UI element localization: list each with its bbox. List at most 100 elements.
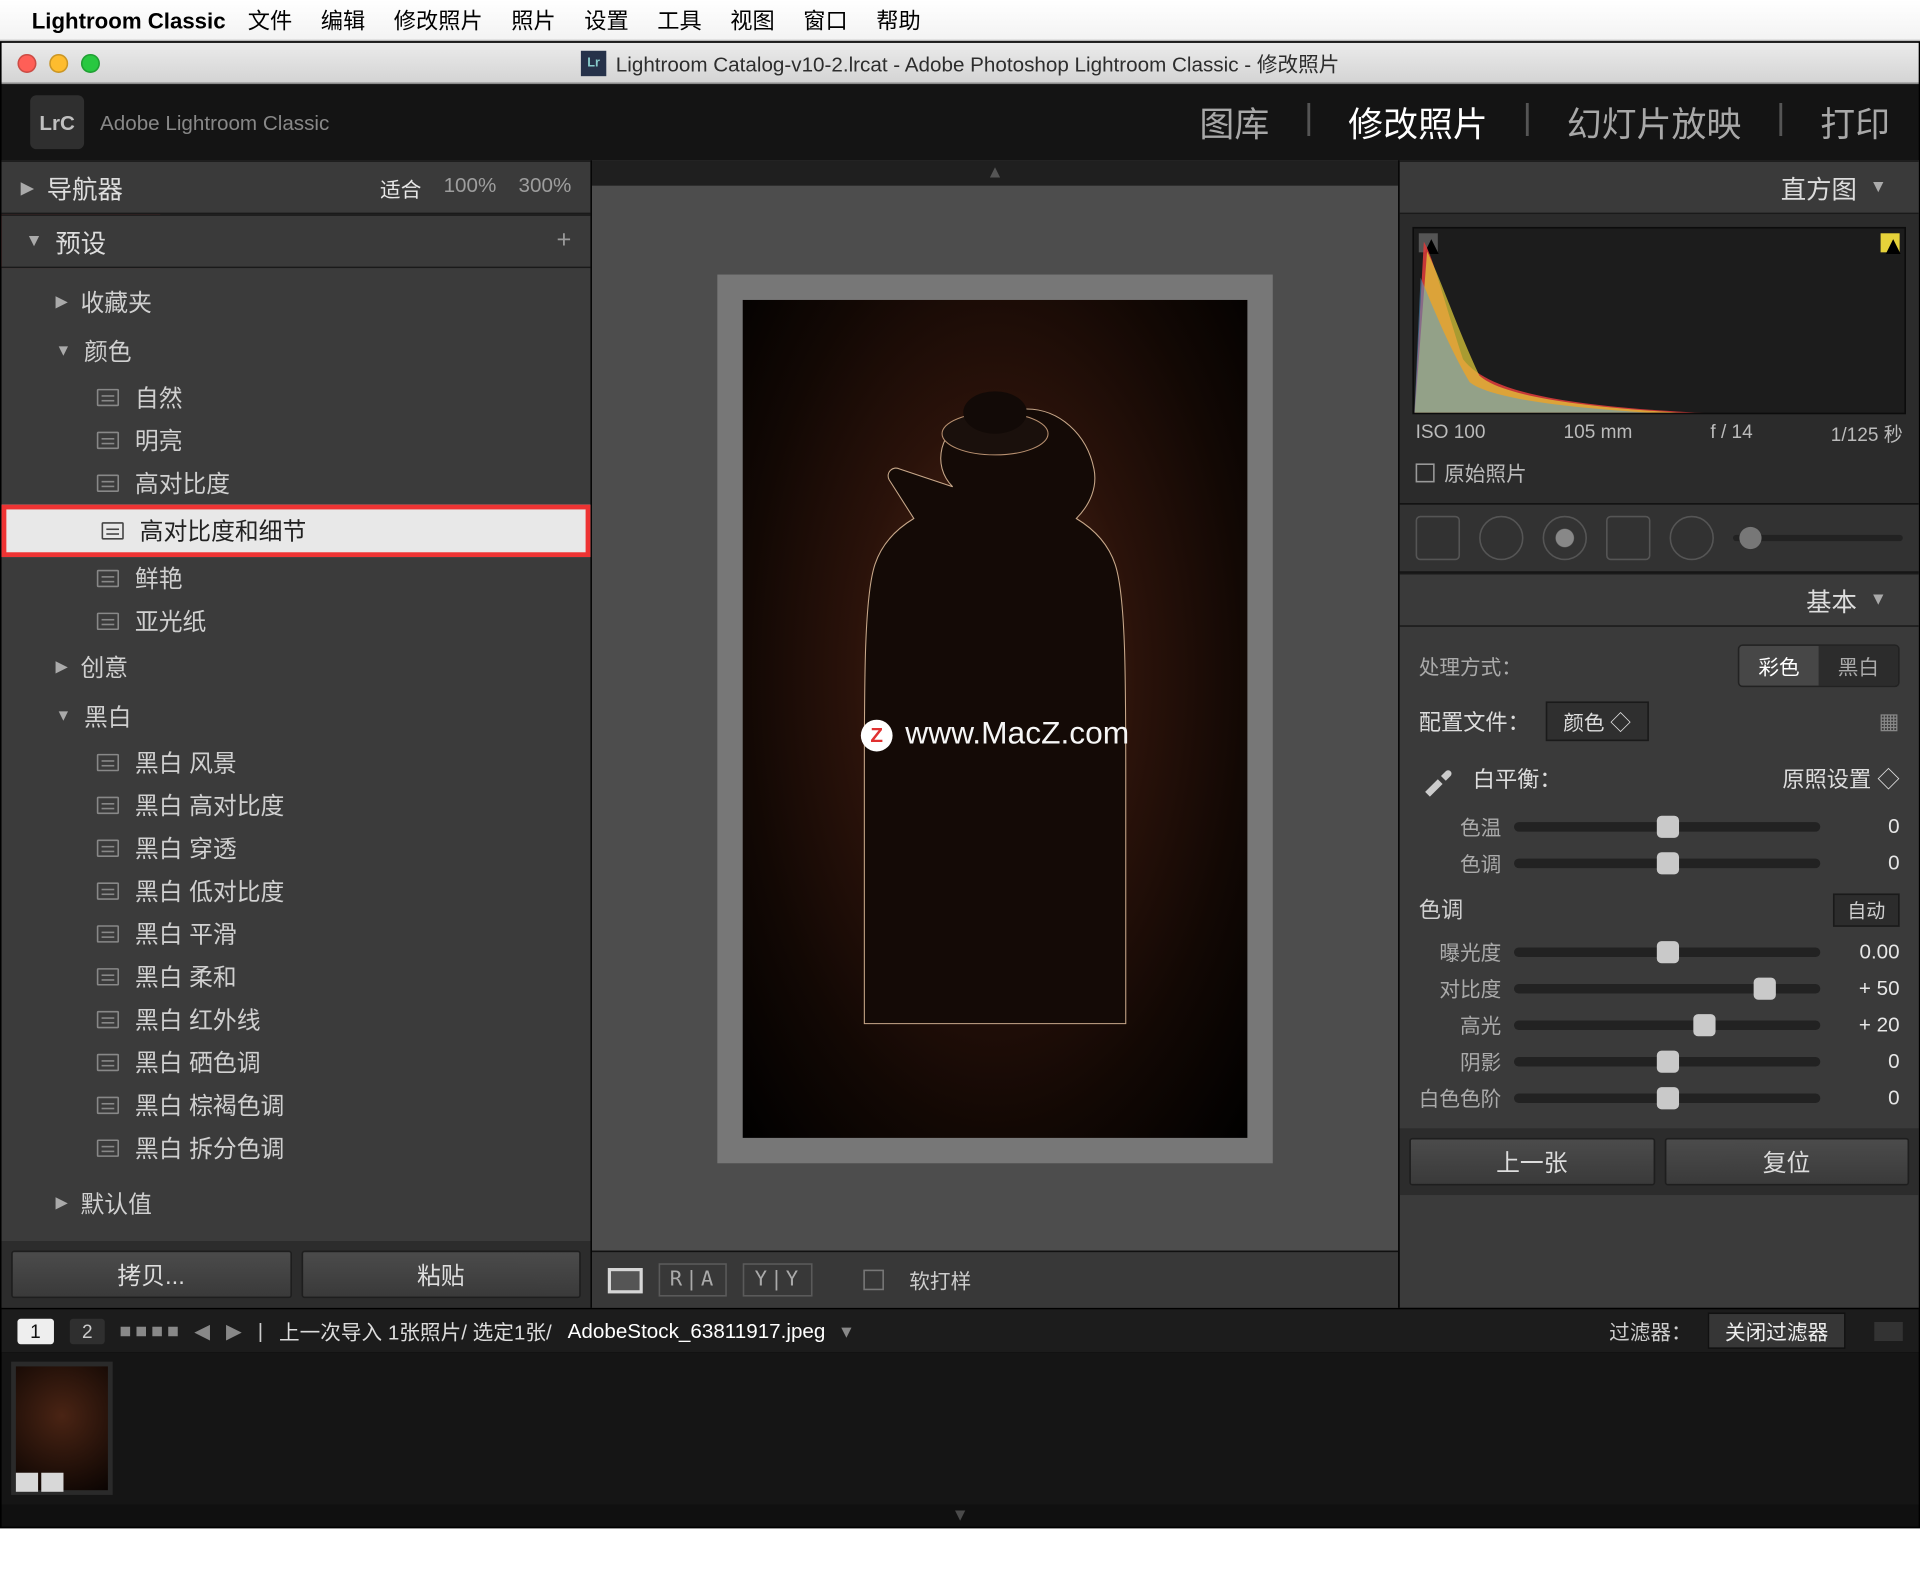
thumbnail[interactable] [11, 1362, 113, 1495]
eyedropper-icon[interactable] [1419, 760, 1457, 798]
preset-item[interactable]: 高对比度 [2, 462, 591, 505]
preset-item[interactable]: 黑白 硒色调 [2, 1041, 591, 1084]
window-close-button[interactable] [17, 53, 36, 72]
preset-item[interactable]: 黑白 穿透 [2, 827, 591, 870]
monitor-1-button[interactable]: 1 [17, 1318, 53, 1343]
profile-browser-icon[interactable]: ▦ [1879, 708, 1900, 735]
window-zoom-button[interactable] [81, 53, 100, 72]
redeye-tool-icon[interactable] [1543, 516, 1587, 560]
preset-item[interactable]: 黑白 红外线 [2, 998, 591, 1041]
loupe-view-icon[interactable] [608, 1267, 643, 1292]
wb-dropdown[interactable]: 原照设置 ◇ [1782, 763, 1899, 795]
presets-title[interactable]: 预设 [55, 222, 106, 260]
exposure-slider[interactable] [1514, 947, 1820, 957]
collapse-bottom-icon[interactable]: ▼ [2, 1504, 1919, 1526]
preset-item[interactable]: 黑白 柔和 [2, 955, 591, 998]
menu-tools[interactable]: 工具 [657, 4, 701, 36]
treatment-segment[interactable]: 彩色 黑白 [1738, 644, 1900, 687]
preset-group-defaults[interactable]: ▶默认值 [2, 1179, 591, 1228]
preset-group-color[interactable]: ▼颜色 [2, 327, 591, 376]
preset-group-label: 默认值 [80, 1187, 151, 1220]
shadows-slider[interactable] [1514, 1056, 1820, 1066]
contrast-value[interactable]: + 50 [1833, 976, 1900, 1000]
histogram[interactable]: ▲ ▲ [1412, 227, 1906, 414]
preset-item[interactable]: 黑白 高对比度 [2, 784, 591, 827]
previous-button[interactable]: 上一张 [1409, 1138, 1654, 1186]
nav-back-icon[interactable]: ◀ [194, 1318, 210, 1343]
filter-dropdown[interactable]: 关闭过滤器 [1708, 1312, 1846, 1349]
preset-group-bw[interactable]: ▼黑白 [2, 692, 591, 741]
navigator-header[interactable]: ▶ 导航器 适合 100% 300% [2, 160, 591, 214]
filmstrip-file[interactable]: AdobeStock_63811917.jpeg [568, 1319, 826, 1343]
reset-button[interactable]: 复位 [1664, 1138, 1909, 1186]
treatment-bw[interactable]: 黑白 [1819, 646, 1898, 686]
crop-tool-icon[interactable] [1416, 516, 1460, 560]
basic-header[interactable]: 基本 ▼ [1400, 573, 1919, 627]
contrast-slider[interactable] [1514, 983, 1820, 993]
chevron-down-icon[interactable]: ▾ [841, 1318, 851, 1343]
image-canvas[interactable]: Zwww.MacZ.com [592, 186, 1398, 1251]
preset-item[interactable]: 鲜艳 [2, 557, 591, 600]
preset-item[interactable]: 黑白 风景 [2, 741, 591, 784]
preset-group-favorites[interactable]: ▶收藏夹 [2, 278, 591, 327]
module-print[interactable]: 打印 [1820, 97, 1890, 148]
copy-button[interactable]: 拷贝... [11, 1251, 291, 1299]
whites-slider[interactable] [1514, 1093, 1820, 1103]
menu-develop[interactable]: 修改照片 [394, 4, 483, 36]
grid-view-icon[interactable] [121, 1326, 178, 1336]
filter-switch-icon[interactable] [1874, 1321, 1903, 1340]
preset-item[interactable]: 自然 [2, 376, 591, 419]
nav-fwd-icon[interactable]: ▶ [226, 1318, 242, 1343]
compare-ra-button[interactable]: R|A [659, 1263, 728, 1296]
menu-file[interactable]: 文件 [248, 4, 292, 36]
tint-slider[interactable] [1514, 858, 1820, 868]
app-menu[interactable]: Lightroom Classic [32, 7, 226, 32]
highlights-value[interactable]: + 20 [1833, 1013, 1900, 1037]
gradient-tool-icon[interactable] [1606, 516, 1650, 560]
zoom-100[interactable]: 100% [444, 172, 497, 202]
menu-settings[interactable]: 设置 [584, 4, 628, 36]
temp-value[interactable]: 0 [1833, 814, 1900, 838]
brush-size-slider[interactable] [1733, 535, 1903, 541]
menu-view[interactable]: 视图 [730, 4, 774, 36]
original-checkbox[interactable] [1416, 463, 1435, 482]
compare-yy-button[interactable]: Y|Y [743, 1263, 812, 1296]
filmstrip[interactable] [2, 1352, 1919, 1504]
preset-item-selected[interactable]: 高对比度和细节 [2, 505, 591, 557]
menu-help[interactable]: 帮助 [876, 4, 920, 36]
preset-item[interactable]: 亚光纸 [2, 600, 591, 643]
module-slideshow[interactable]: 幻灯片放映 [1567, 97, 1742, 148]
menu-photo[interactable]: 照片 [511, 4, 555, 36]
zoom-fit[interactable]: 适合 [380, 172, 421, 202]
preset-item[interactable]: 明亮 [2, 419, 591, 462]
add-preset-icon[interactable]: + [556, 227, 571, 256]
paste-button[interactable]: 粘贴 [301, 1251, 581, 1299]
profile-dropdown[interactable]: 颜色 ◇ [1546, 701, 1649, 741]
menu-window[interactable]: 窗口 [803, 4, 847, 36]
zoom-300[interactable]: 300% [519, 172, 572, 202]
module-library[interactable]: 图库 [1199, 97, 1269, 148]
shadows-value[interactable]: 0 [1833, 1049, 1900, 1073]
tint-value[interactable]: 0 [1833, 851, 1900, 875]
whites-value[interactable]: 0 [1833, 1086, 1900, 1110]
window-minimize-button[interactable] [49, 53, 68, 72]
histogram-header[interactable]: 直方图 ▼ [1400, 160, 1919, 214]
preset-group-creative[interactable]: ▶创意 [2, 643, 591, 692]
spot-tool-icon[interactable] [1479, 516, 1523, 560]
treatment-color[interactable]: 彩色 [1739, 646, 1818, 686]
menu-edit[interactable]: 编辑 [321, 4, 365, 36]
radial-tool-icon[interactable] [1670, 516, 1714, 560]
softproof-checkbox[interactable] [863, 1270, 884, 1291]
module-develop[interactable]: 修改照片 [1348, 97, 1488, 148]
preset-label: 黑白 穿透 [135, 832, 237, 865]
preset-item[interactable]: 黑白 棕褐色调 [2, 1084, 591, 1127]
preset-item[interactable]: 黑白 拆分色调 [2, 1127, 591, 1170]
collapse-top-icon[interactable]: ▲ [592, 160, 1398, 185]
preset-item[interactable]: 黑白 平滑 [2, 913, 591, 956]
preset-item[interactable]: 黑白 低对比度 [2, 870, 591, 913]
auto-button[interactable]: 自动 [1833, 893, 1900, 926]
monitor-2-button[interactable]: 2 [69, 1318, 105, 1343]
highlights-slider[interactable] [1514, 1020, 1820, 1030]
exposure-value[interactable]: 0.00 [1833, 940, 1900, 964]
temp-slider[interactable] [1514, 821, 1820, 831]
